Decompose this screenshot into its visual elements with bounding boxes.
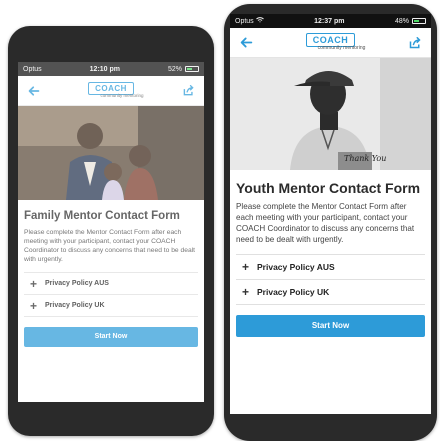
left-screen: Optus 12:10 pm 52% COACH community mento… xyxy=(18,62,204,402)
accordion-label: Privacy Policy AUS xyxy=(45,280,109,288)
accordion-label: Privacy Policy UK xyxy=(257,286,330,297)
carrier-label: Optus xyxy=(23,65,42,73)
coach-logo: COACH community mentoring xyxy=(296,33,366,52)
start-now-button[interactable]: Start Now xyxy=(236,314,425,337)
logo-tagline: community mentoring xyxy=(317,45,366,52)
status-right: 52% xyxy=(168,66,199,73)
accordion-privacy-aus[interactable]: + Privacy Policy AUS xyxy=(24,272,198,296)
plus-icon: + xyxy=(242,284,250,299)
carrier-label: Optus xyxy=(235,18,254,25)
battery-icon xyxy=(185,66,199,72)
battery-icon xyxy=(411,18,426,24)
status-bar: Optus 12:37 pm 48% xyxy=(230,14,431,28)
shirt-text: Thank You xyxy=(344,154,386,163)
form-description: Please complete the Mentor Contact Form … xyxy=(24,229,196,264)
family-photo xyxy=(18,106,204,200)
battery-percent: 48% xyxy=(394,17,409,25)
form-description: Please complete the Mentor Contact Form … xyxy=(236,202,415,244)
start-now-button[interactable]: Start Now xyxy=(24,327,198,348)
coach-logo: COACH community mentoring xyxy=(78,82,144,99)
arrow-left-icon xyxy=(28,85,40,96)
status-time: 12:37 pm xyxy=(314,17,345,25)
plus-icon: + xyxy=(242,259,250,274)
form-title: Family Mentor Contact Form xyxy=(24,210,180,222)
back-button[interactable] xyxy=(26,83,42,99)
form-content: Youth Mentor Contact Form Please complet… xyxy=(230,170,431,337)
accordion-privacy-uk[interactable]: + Privacy Policy UK xyxy=(236,280,425,305)
battery-percent: 52% xyxy=(167,65,182,73)
app-bar: COACH community mentoring xyxy=(230,28,431,58)
arrow-left-icon xyxy=(240,37,252,48)
hero-image xyxy=(18,106,204,200)
status-time: 12:10 pm xyxy=(89,65,121,73)
accordion-label: Privacy Policy UK xyxy=(45,302,105,310)
phone-left: Optus 12:10 pm 52% COACH community mento… xyxy=(8,26,214,436)
right-screen: Optus 12:37 pm 48% COACH community mento… xyxy=(230,14,431,414)
wifi-icon xyxy=(255,17,264,23)
plus-icon: + xyxy=(30,276,38,291)
accordion-privacy-aus[interactable]: + Privacy Policy AUS xyxy=(236,253,425,280)
accordion-label: Privacy Policy AUS xyxy=(257,261,335,272)
app-bar: COACH community mentoring xyxy=(18,76,204,106)
phone-right: Optus 12:37 pm 48% COACH community mento… xyxy=(224,4,437,441)
form-title: Youth Mentor Contact Form xyxy=(236,180,421,196)
plus-icon: + xyxy=(30,298,38,313)
share-icon xyxy=(183,85,194,96)
status-right: 48% xyxy=(395,18,426,25)
share-button[interactable] xyxy=(180,83,196,99)
logo-tagline: community mentoring xyxy=(100,93,144,99)
back-button[interactable] xyxy=(238,35,254,51)
hero-image: Thank You xyxy=(230,58,431,170)
share-icon xyxy=(409,36,421,48)
accordion-privacy-uk[interactable]: + Privacy Policy UK xyxy=(24,295,198,318)
share-button[interactable] xyxy=(407,35,423,51)
status-left: Optus xyxy=(235,17,264,25)
status-bar: Optus 12:10 pm 52% xyxy=(18,62,204,76)
youth-photo: Thank You xyxy=(230,58,431,170)
form-content: Family Mentor Contact Form Please comple… xyxy=(18,200,204,348)
